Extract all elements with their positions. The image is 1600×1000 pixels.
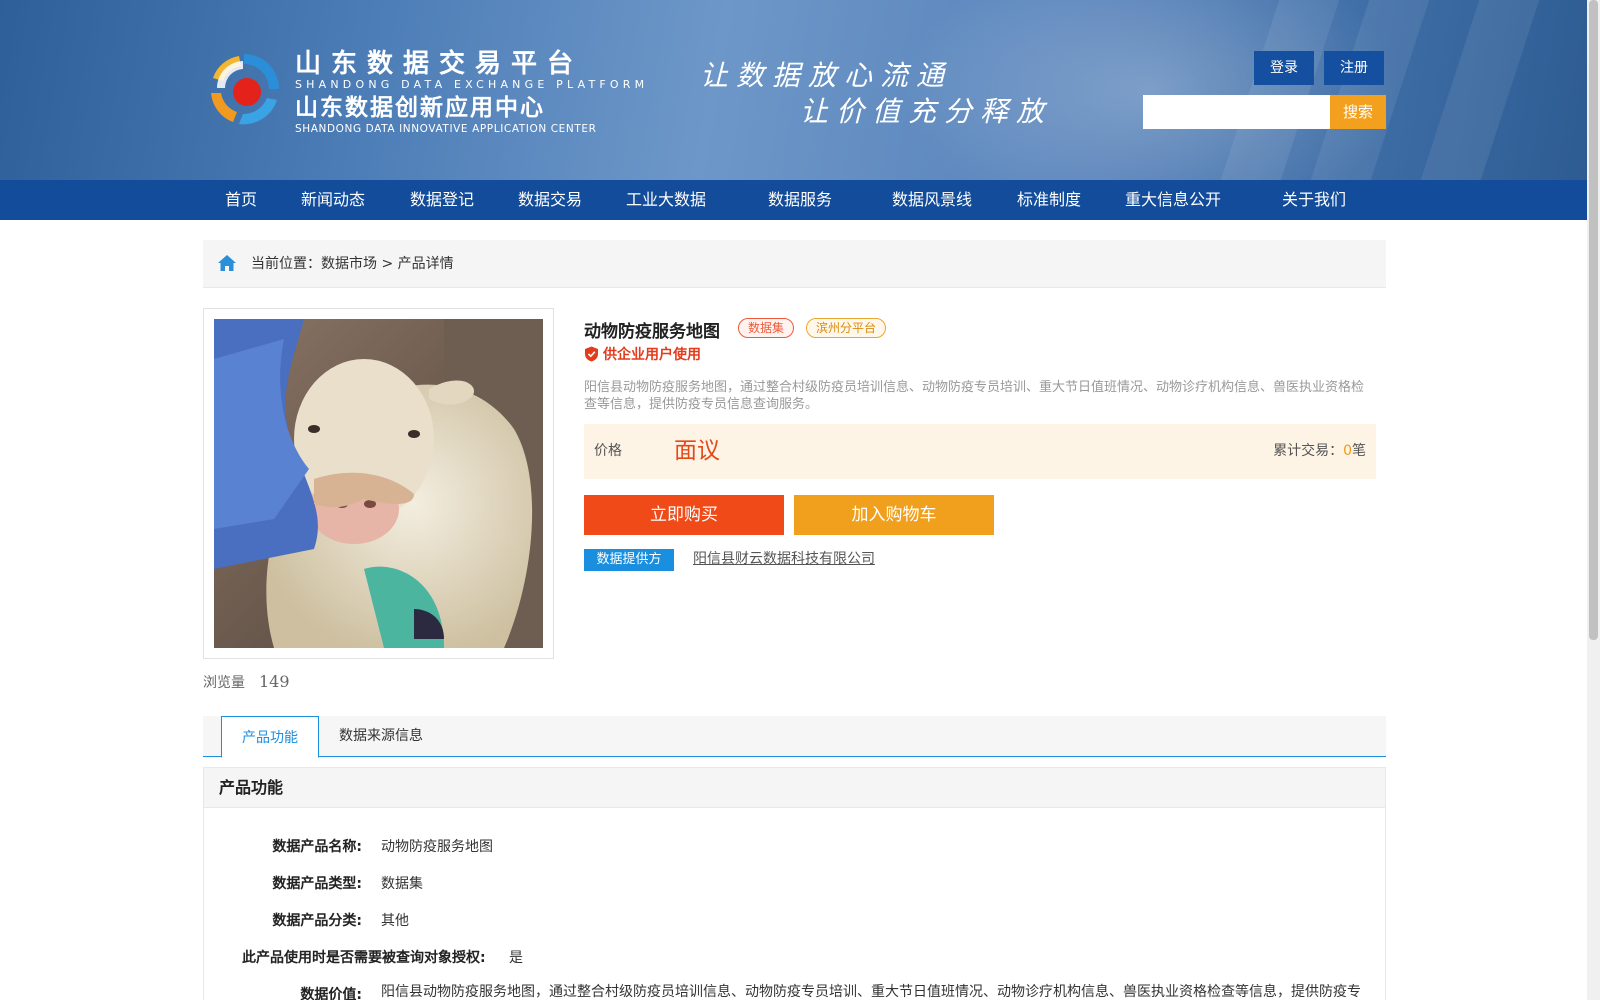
info-row-value: 动物防疫服务地图 [381, 839, 493, 855]
shield-check-icon [585, 346, 598, 362]
info-row-key: 数据产品类型: [272, 876, 362, 892]
enterprise-only-note: 供企业用户使用 [584, 344, 701, 364]
logo-icon[interactable] [203, 48, 285, 130]
tab-data-source-info[interactable]: 数据来源信息 [339, 716, 423, 757]
info-row-value: 是 [509, 950, 523, 966]
logo-text: 山东数据交易平台 SHANDONG DATA EXCHANGE PLATFORM… [295, 50, 648, 136]
logo-subtitle-cn: 山东数据创新应用中心 [295, 95, 545, 121]
breadcrumb-data-market[interactable]: 数据市场 [321, 256, 377, 272]
slogan-line-1: 让数据放心流通 [700, 59, 953, 92]
add-to-cart-button[interactable]: 加入购物车 [794, 495, 994, 535]
breadcrumb-separator: > [377, 256, 398, 272]
trade-count-label: 累计交易： [1273, 443, 1344, 459]
info-row-value: 阳信县动物防疫服务地图，通过整合村级防疫员培训信息、动物防疫专员培训、重大节日值… [381, 984, 1361, 1000]
main-nav: 首页 新闻动态 数据登记 数据交易 工业大数据 数据服务 数据风景线 标准制度 … [0, 180, 1587, 220]
info-row-key: 数据价值: [300, 987, 362, 1000]
price-label: 价格 [594, 443, 622, 459]
breadcrumb-prefix: 当前位置： [251, 256, 321, 272]
product-function-section: 产品功能 数据产品名称: 动物防疫服务地图 数据产品类型: 数据集 数据产品分类… [203, 767, 1386, 1000]
logo-subtitle-en: SHANDONG DATA INNOVATIVE APPLICATION CEN… [295, 123, 597, 135]
product-type-badge: 数据集 [738, 318, 795, 338]
view-count-value: 149 [259, 672, 290, 691]
trade-count-value: 0 [1343, 443, 1352, 459]
section-heading: 产品功能 [204, 768, 1385, 808]
info-row-key: 此产品使用时是否需要被查询对象授权: [242, 950, 486, 966]
logo-title-en: SHANDONG DATA EXCHANGE PLATFORM [295, 78, 649, 91]
info-row-key: 数据产品名称: [272, 839, 362, 855]
nav-item-data-registration[interactable]: 数据登记 [410, 180, 474, 220]
search-button[interactable]: 搜索 [1330, 95, 1386, 129]
nav-item-news[interactable]: 新闻动态 [301, 180, 365, 220]
logo-title-cn: 山东数据交易平台 [295, 49, 584, 79]
view-count: 浏览量 149 [203, 672, 290, 692]
sheep-photo-icon [214, 319, 543, 648]
page-scrollbar-thumb[interactable] [1589, 0, 1598, 640]
provider-link[interactable]: 阳信县财云数据科技有限公司 [693, 549, 875, 569]
view-count-label: 浏览量 [203, 675, 245, 691]
breadcrumb-current: 产品详情 [397, 256, 454, 272]
login-button[interactable]: 登录 [1254, 51, 1314, 85]
price-box: 价格 面议 累计交易：0笔 [584, 424, 1376, 479]
header-banner: 山东数据交易平台 SHANDONG DATA EXCHANGE PLATFORM… [0, 0, 1587, 180]
nav-item-data-trading[interactable]: 数据交易 [518, 180, 582, 220]
nav-item-disclosure[interactable]: 重大信息公开 [1125, 180, 1221, 220]
nav-item-about[interactable]: 关于我们 [1282, 180, 1346, 220]
enterprise-only-text: 供企业用户使用 [603, 347, 701, 363]
home-icon[interactable] [217, 254, 237, 272]
tab-product-function[interactable]: 产品功能 [221, 716, 319, 758]
nav-item-data-landscape[interactable]: 数据风景线 [892, 180, 972, 220]
detail-tabs: 产品功能 数据来源信息 [203, 716, 1386, 758]
nav-item-data-services[interactable]: 数据服务 [768, 180, 832, 220]
product-title: 动物防疫服务地图 [584, 322, 720, 342]
product-image-frame [203, 308, 554, 659]
register-button[interactable]: 注册 [1324, 51, 1384, 85]
nav-item-standards[interactable]: 标准制度 [1017, 180, 1081, 220]
trade-count-unit: 笔 [1352, 443, 1366, 459]
price-value: 面议 [674, 438, 720, 464]
provider-badge: 数据提供方 [584, 549, 674, 571]
info-row-value: 数据集 [381, 876, 423, 892]
product-image[interactable] [214, 319, 543, 648]
banner-stripe [1420, 0, 1540, 180]
buy-now-button[interactable]: 立即购买 [584, 495, 784, 535]
nav-item-home[interactable]: 首页 [225, 180, 257, 220]
trade-count: 累计交易：0笔 [1273, 424, 1366, 479]
platform-badge: 滨州分平台 [806, 318, 887, 338]
search-input[interactable] [1143, 95, 1330, 129]
slogan-line-2: 让价值充分释放 [800, 95, 1053, 128]
product-description: 阳信县动物防疫服务地图，通过整合村级防疫员培训信息、动物防疫专员培训、重大节日值… [584, 380, 1365, 412]
breadcrumb: 当前位置：数据市场 > 产品详情 [203, 240, 1386, 288]
info-row-key: 数据产品分类: [272, 913, 362, 929]
nav-item-industrial-big-data[interactable]: 工业大数据 [626, 180, 706, 220]
info-row-value: 其他 [381, 913, 409, 929]
breadcrumb-text: 当前位置：数据市场 > 产品详情 [251, 240, 454, 288]
